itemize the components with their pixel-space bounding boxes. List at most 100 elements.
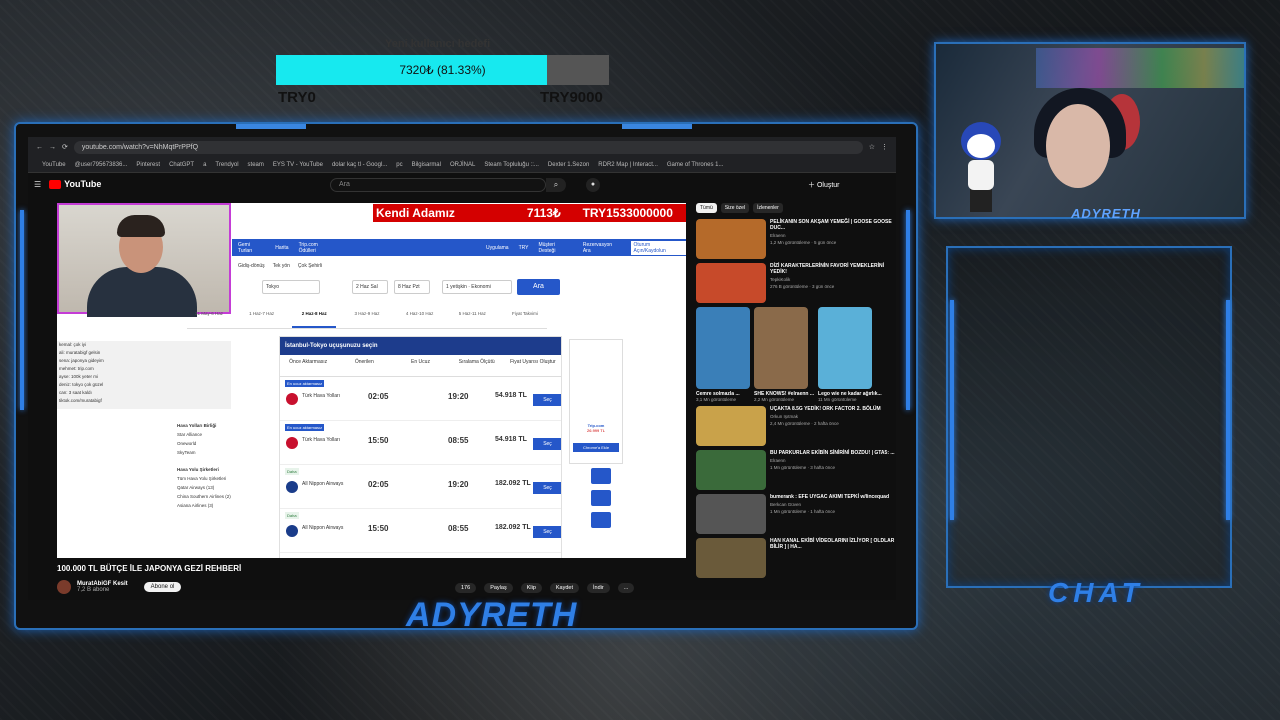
- trip-type-option[interactable]: Tek yön: [273, 263, 290, 269]
- date-option[interactable]: 5 Haz-11 Haz: [450, 311, 494, 328]
- date-from-field[interactable]: 2 Haz Sal: [352, 280, 388, 294]
- recommended-video[interactable]: DİZİ KARAKTERLERİNİN FAVORİ YEMEKLERİNİ …: [696, 263, 896, 306]
- bookmark-item[interactable]: a: [203, 162, 206, 168]
- short-thumbnail[interactable]: [696, 307, 750, 389]
- trip-nav-item[interactable]: Trip.com Ödülleri: [299, 242, 336, 254]
- select-flight-button[interactable]: Seç: [533, 438, 561, 450]
- sort-option[interactable]: En Ucuz: [392, 355, 448, 376]
- filter-checkbox[interactable]: Star Alliance: [177, 432, 277, 437]
- select-flight-button[interactable]: Seç: [533, 394, 561, 406]
- video-thumbnail[interactable]: [696, 406, 766, 446]
- short-video[interactable]: SHE KNOWS! #elraenn ... 2,2 Mn görüntülem…: [754, 307, 814, 402]
- select-flight-button[interactable]: Seç: [533, 526, 561, 538]
- short-video[interactable]: Lego wie ne kadar ağırlık... 11 Mn görünt…: [818, 307, 882, 402]
- short-thumbnail[interactable]: [818, 307, 873, 389]
- download-button[interactable]: İndir: [587, 583, 610, 593]
- airline-checkbox[interactable]: Tüm Hava Yolu Şirketleri: [177, 476, 277, 481]
- price-alert-button[interactable]: Fiyat Uyarısı Oluştur: [505, 355, 561, 376]
- chip-watched[interactable]: İzlenenler: [753, 203, 783, 213]
- short-video[interactable]: Cemre solmazla ... 3,1 Mn görüntüleme: [696, 307, 750, 402]
- bookmark-item[interactable]: dolar kaç tl - Googl...: [332, 162, 387, 168]
- trip-nav-item[interactable]: Rezervasyon Ara: [583, 242, 621, 254]
- sort-option[interactable]: Önce Aktarmasız: [280, 355, 336, 376]
- flight-row[interactable]: Daha All Nippon Airways 02:05 19:20 182.…: [280, 465, 561, 509]
- like-button[interactable]: 176: [455, 583, 477, 593]
- microphone-icon[interactable]: ●: [586, 178, 600, 192]
- trip-search-button[interactable]: Ara: [517, 279, 560, 295]
- bookmark-item[interactable]: pc: [396, 162, 402, 168]
- create-button[interactable]: ＋ Oluştur: [808, 180, 840, 190]
- airline-checkbox[interactable]: Qatar Airways (13): [177, 485, 277, 490]
- bookmark-item[interactable]: Game of Thrones 1...: [667, 162, 724, 168]
- date-option[interactable]: 31 May-6 Haz: [187, 311, 231, 328]
- trip-type-option[interactable]: Gidiş-dönüş: [238, 263, 265, 269]
- recommended-video[interactable]: PELİKANIN SON AKŞAM YEMEĞİ | GOOSE GOOSE…: [696, 219, 896, 262]
- airline-checkbox[interactable]: Asiana Airlines (3): [177, 503, 277, 508]
- bookmark-item[interactable]: Dexter 1.Sezon: [548, 162, 589, 168]
- trip-type-option[interactable]: Çok Şehirli: [298, 263, 322, 269]
- youtube-logo[interactable]: YouTube: [49, 179, 101, 189]
- phone-icon[interactable]: [591, 512, 611, 528]
- recommended-video[interactable]: UÇAKTA 8.5G YEDİK! ORK FACTOR 2. BÖLÜM Or…: [696, 406, 896, 449]
- subscribe-button[interactable]: Abone ol: [143, 582, 182, 592]
- search-icon[interactable]: ⌕: [546, 178, 566, 192]
- recommended-video[interactable]: bumerank : EFE UYGAC AKIMI TEPKİ w/lince…: [696, 494, 896, 537]
- date-option[interactable]: 3 Haz-9 Haz: [345, 311, 389, 328]
- trip-login-button[interactable]: Oturum Açın/Kaydolun: [630, 240, 686, 255]
- date-option-selected[interactable]: 2 Haz-8 Haz: [292, 311, 337, 328]
- date-to-field[interactable]: 8 Haz Pzt: [394, 280, 430, 294]
- video-thumbnail[interactable]: [696, 450, 766, 490]
- more-button[interactable]: ...: [617, 583, 635, 593]
- reload-icon[interactable]: ⟳: [62, 143, 68, 151]
- sort-option[interactable]: Önerilen: [336, 355, 392, 376]
- filter-checkbox[interactable]: Oneworld: [177, 441, 277, 446]
- sort-option[interactable]: Sıralama Ölçütü: [449, 355, 505, 376]
- trip-nav-item[interactable]: Müşteri Desteği: [538, 242, 572, 254]
- bookmark-item[interactable]: @user795673836...: [75, 162, 128, 168]
- bookmark-item[interactable]: EYS TV - YouTube: [273, 162, 323, 168]
- channel-avatar[interactable]: [57, 580, 71, 594]
- bookmark-item[interactable]: steam: [248, 162, 264, 168]
- airline-checkbox[interactable]: China Southern Airlines (2): [177, 494, 277, 499]
- flight-row[interactable]: En ucuz aktarmasız Türk Hava Yolları 02:…: [280, 377, 561, 421]
- trip-nav-item[interactable]: Gemi Turları: [238, 242, 265, 254]
- bookmark-item[interactable]: Trendyol: [215, 162, 238, 168]
- video-thumbnail[interactable]: [696, 494, 766, 534]
- bookmark-item[interactable]: ORJİNAL: [450, 162, 475, 168]
- address-bar[interactable]: youtube.com/watch?v=NhMqtPrPPfQ: [73, 140, 863, 154]
- back-icon[interactable]: ←: [36, 144, 43, 151]
- trip-nav-item[interactable]: Harita: [275, 245, 288, 251]
- video-player[interactable]: Kendi Adamız 7113₺ TRY1533000000 Gemi Tu…: [57, 203, 686, 558]
- bookmark-item[interactable]: Bilgisarmal: [412, 162, 441, 168]
- bookmark-item[interactable]: Pinterest: [136, 162, 160, 168]
- trip-nav-item[interactable]: Uygulama: [486, 245, 509, 251]
- trip-nav-item[interactable]: TRY: [519, 245, 529, 251]
- search-input[interactable]: Ara: [330, 178, 546, 192]
- date-option[interactable]: 1 Haz-7 Haz: [240, 311, 284, 328]
- menu-icon[interactable]: ☰: [34, 180, 41, 189]
- flight-row[interactable]: Daha All Nippon Airways 15:50 08:55 182.…: [280, 509, 561, 553]
- bookmark-item[interactable]: Steam Topluluğu ::...: [484, 162, 539, 168]
- video-thumbnail[interactable]: [696, 538, 766, 578]
- ad-add-button[interactable]: Chrome'a Ekle: [573, 443, 619, 452]
- bookmark-item[interactable]: ChatGPT: [169, 162, 194, 168]
- video-thumbnail[interactable]: [696, 219, 766, 259]
- share-icon[interactable]: [591, 468, 611, 484]
- bookmark-star-icon[interactable]: ☆: [869, 143, 875, 151]
- bookmark-item[interactable]: RDR2 Map | Interact...: [598, 162, 658, 168]
- flight-row[interactable]: En ucuz aktarmasız Türk Hava Yolları 15:…: [280, 421, 561, 465]
- clip-button[interactable]: Klip: [520, 583, 542, 593]
- passengers-field[interactable]: 1 yetişkin · Ekonomi: [442, 280, 512, 294]
- price-calendar-link[interactable]: Fiyat Takvimi: [503, 311, 547, 328]
- chip-all[interactable]: Tümü: [696, 203, 717, 213]
- date-option[interactable]: 4 Haz-10 Haz: [398, 311, 442, 328]
- short-thumbnail[interactable]: [754, 307, 808, 389]
- share-button[interactable]: Paylaş: [484, 583, 513, 593]
- video-thumbnail[interactable]: [696, 263, 766, 303]
- extensions-icon[interactable]: ⋮: [881, 143, 888, 151]
- recommended-video[interactable]: HAN KANAL EKİBİ VİDEOLARINI İZLİYOR [ OL…: [696, 538, 896, 581]
- recommended-video[interactable]: BU PARKURLAR EKİBİN SİNİRİNİ BOZDU! | GT…: [696, 450, 896, 493]
- bookmark-item[interactable]: YouTube: [42, 162, 66, 168]
- select-flight-button[interactable]: Seç: [533, 482, 561, 494]
- forward-icon[interactable]: →: [49, 144, 56, 151]
